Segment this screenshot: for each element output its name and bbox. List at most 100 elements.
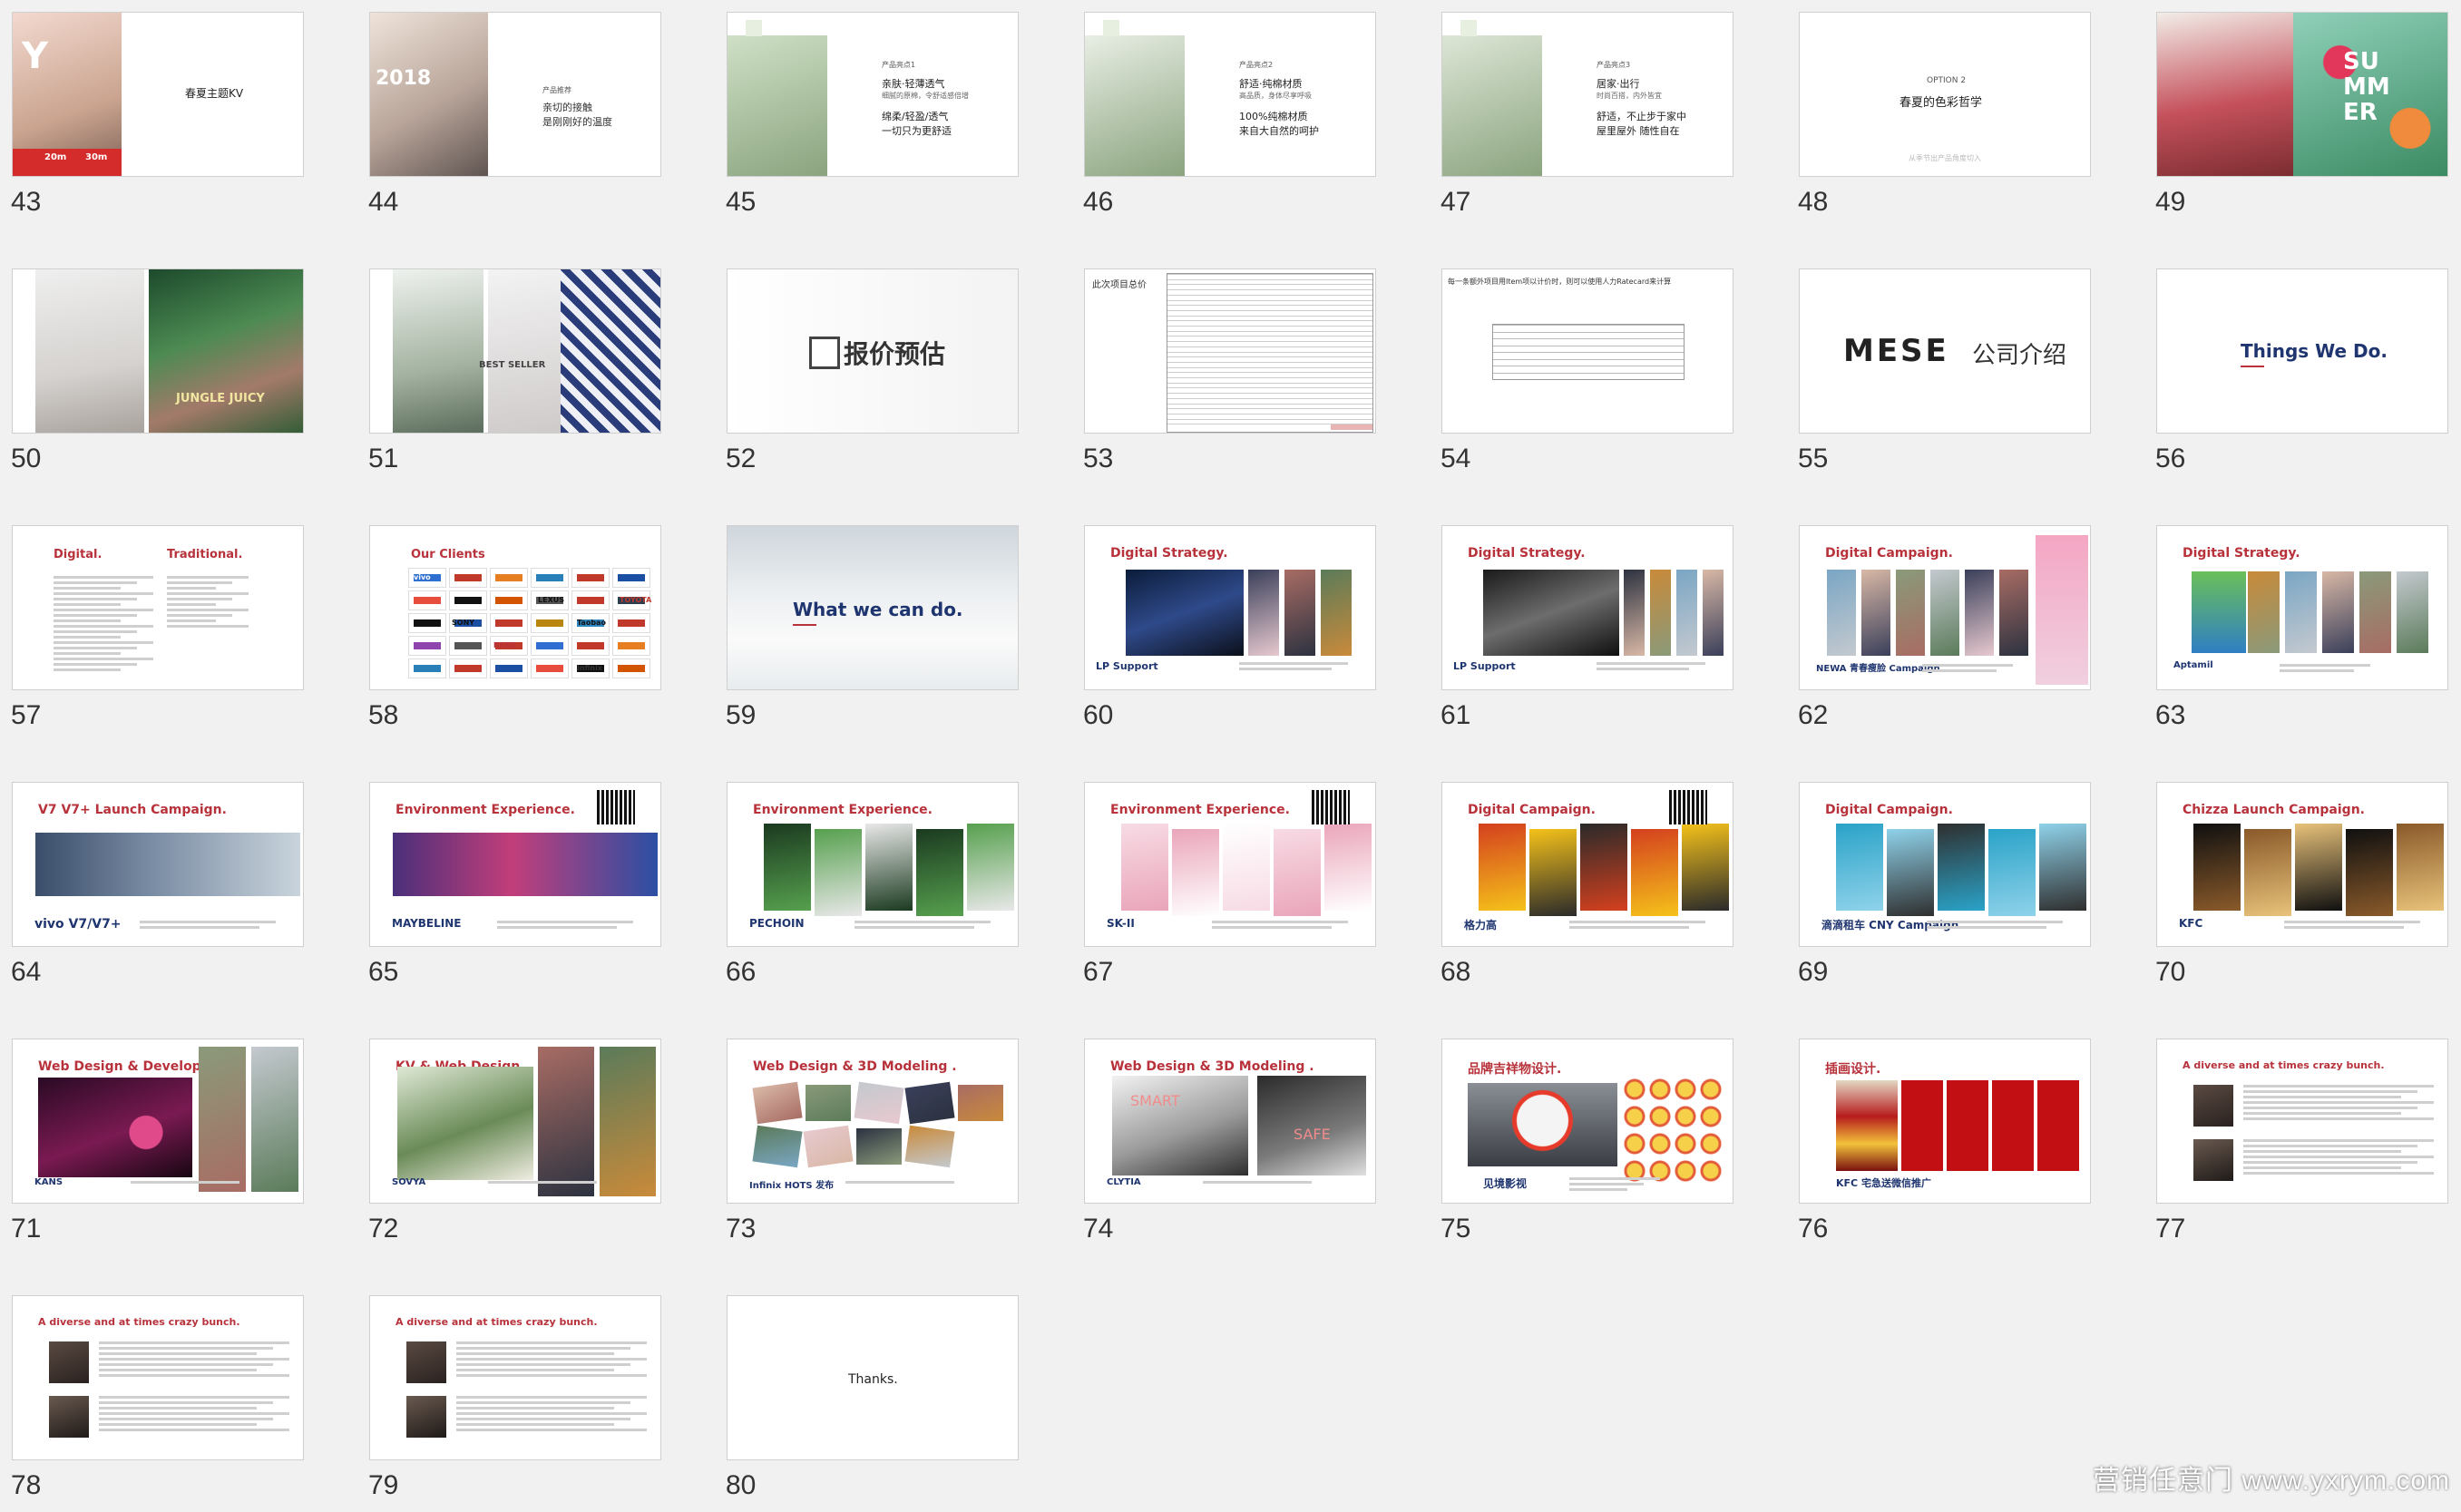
text-line [54,636,121,639]
slide-thumbnail-50[interactable]: JUNGLE JUICY [12,268,304,434]
slide-thumbnail-70[interactable]: Chizza Launch Campaign. KFC [2156,782,2448,947]
slide-thumbnail-62[interactable]: Digital Campaign. NEWA 青春瘦脸 Campaign [1799,525,2091,690]
section-title: A diverse and at times crazy bunch. [38,1316,240,1328]
slide-title: 春夏主题KV [185,87,244,100]
icon-circle [746,20,762,36]
illustration [1836,1080,1898,1171]
screenshot-image [2397,824,2444,911]
screenshot-image [1650,570,1671,656]
client-logo-text: KANS [493,641,516,649]
section-title: Chizza Launch Campaign. [2183,803,2365,817]
slide-number: 52 [726,444,757,473]
slide-thumbnail-69[interactable]: Digital Campaign. 滴滴租车 CNY Campaign [1799,782,2091,947]
table-row [1167,356,1372,358]
slide-thumbnail-45[interactable]: 产品亮点1 亲肤·轻薄透气 细腻的原棉，令舒适感倍增 绵柔/轻盈/透气 一切只为更舒适 [727,12,1019,177]
client-logo-mark [577,597,604,604]
slide-thumbnail-79[interactable]: A diverse and at times crazy bunch. [369,1295,661,1460]
slide-number: 61 [1440,700,1471,730]
slide-thumbnail-44[interactable]: 2018 产品推荐 亲切的接触 是刚刚好的温度 [369,12,661,177]
slide-thumbnail-66[interactable]: Environment Experience. PECHOIN [727,782,1019,947]
client-label: LP Support [1096,660,1158,672]
screenshot-image [1988,829,2036,916]
text-line [2243,1117,2434,1120]
red-panel [1992,1080,2034,1171]
text-line [99,1352,257,1355]
client-logo-mark [536,642,563,649]
slide-thumbnail-76[interactable]: 插画设计. KFC 宅急送微信推广 [1799,1039,2091,1204]
slide-thumbnail-71[interactable]: Web Design & Development. KANS [12,1039,304,1204]
client-logo [571,568,610,588]
screenshot-image [2285,571,2317,653]
slide-thumbnail-55[interactable]: MESE 公司介绍 [1799,268,2091,434]
client-logo-mark [536,574,563,581]
title: What we can do. [793,599,963,620]
slide-thumbnail-80[interactable]: Thanks. [727,1295,1019,1460]
summer-title: SUMMER [2343,48,2390,126]
section-title: A diverse and at times crazy bunch. [396,1316,598,1328]
slide-thumbnail-47[interactable]: 产品亮点3 居家·出行 时尚百搭，内外皆宜 舒适，不止步于家中 屋里屋外 随性自在 [1441,12,1733,177]
slide-thumbnail-64[interactable]: V7 V7+ Launch Campaign. vivo V7/V7+ [12,782,304,947]
slide-thumbnail-63[interactable]: Digital Strategy. Aptamil [2156,525,2448,690]
slide-thumbnail-46[interactable]: 产品亮点2 舒适·纯棉材质 高品质，身体尽享呼吸 100%纯棉材质 来自大自然的呵护 [1084,12,1376,177]
table-row [1167,305,1372,307]
table-row [1167,403,1372,405]
slide-thumbnail-72[interactable]: KV & Web DesignSOVYA [369,1039,661,1204]
client-logo-mark [618,665,645,672]
slide-thumbnail-59[interactable]: What we can do. [727,525,1019,690]
slide-number: 46 [1083,187,1114,217]
slide-thumbnail-51[interactable]: BEST SELLER [369,268,661,434]
slide-thumbnail-61[interactable]: Digital Strategy. LP Support [1441,525,1733,690]
slide-thumbnail-48[interactable]: OPTION 2 春夏的色彩哲学 从季节出产品角度切入 [1799,12,2091,177]
text-line [456,1352,614,1355]
slide-number: 71 [11,1214,42,1244]
table-row [1167,397,1372,399]
client-logo-text: Taobao [577,619,606,627]
red-panel [2037,1080,2079,1171]
slide-thumbnail-65[interactable]: Environment Experience. MAYBELINE [369,782,661,947]
slide-thumbnail-49[interactable]: SUMMER [2156,12,2448,177]
slide-thumbnail-60[interactable]: Digital Strategy. LP Support [1084,525,1376,690]
client-logo [531,568,569,588]
text-line [488,1181,597,1184]
table-row [1167,289,1372,291]
screenshot-image [1631,829,1678,916]
slide-thumbnail-68[interactable]: Digital Campaign. 格力高 [1441,782,1733,947]
slide-thumbnail-58[interactable]: Our Clients vivo LEXUS TOYOTA SONY Taobao KANS… [369,525,661,690]
headline: 亲肤·轻薄透气 [882,78,945,90]
screenshot-image [1483,570,1619,656]
text-line [99,1407,257,1410]
client-logo-mark [536,665,563,672]
text-line [54,658,153,660]
table-row [1167,387,1372,389]
overlay-text: SMART [1130,1092,1180,1109]
slide-thumbnail-43[interactable]: 春夏主题KV Y 20m 30m [12,12,304,177]
text-line [1569,1183,1644,1185]
slide-thumbnail-74[interactable]: Web Design & 3D Modeling . SMART SAFE CLYTI… [1084,1039,1376,1204]
slide-thumbnail-56[interactable]: Things We Do. [2156,268,2448,434]
qr-code [1669,790,1707,824]
slide-sorter-view: 春夏主题KV Y 20m 30m 43 2018 产品推荐 亲切的接触 是刚刚好的温度 44 产品亮… [0,0,2461,1512]
slide-number: 70 [2155,957,2186,987]
text-line [2280,664,2370,667]
slide-thumbnail-77[interactable]: A diverse and at times crazy bunch. [2156,1039,2448,1204]
slide-thumbnail-53[interactable]: 此次项目总价 [1084,268,1376,434]
slide-thumbnail-67[interactable]: Environment Experience. SK-II [1084,782,1376,947]
text-line [2284,926,2404,929]
screenshot-image [1676,570,1697,656]
title: 报价预估 [844,339,946,369]
slide-thumbnail-75[interactable]: 品牌吉祥物设计. 见境影视 [1441,1039,1733,1204]
slide-thumbnail-54[interactable]: 每一条额外项目用Item项以计价时，则可以使用人力Ratecard来计算 [1441,268,1733,434]
client-logo-mark [536,619,563,627]
qr-code [597,790,635,824]
slide-thumbnail-52[interactable]: 报价预估 [727,268,1019,434]
text-line [1569,1177,1660,1180]
table-row [1493,372,1684,374]
section-title: Environment Experience. [1110,803,1290,817]
slide-thumbnail-73[interactable]: Web Design & 3D Modeling . Infinix HOTS 发… [727,1039,1019,1204]
logo: MESE [1843,333,1949,369]
text-line [140,926,259,929]
slide-thumbnail-57[interactable]: Digital. Traditional. [12,525,304,690]
label: 产品推荐 [542,86,571,94]
slide-thumbnail-78[interactable]: A diverse and at times crazy bunch. [12,1295,304,1460]
text-line [167,625,249,628]
